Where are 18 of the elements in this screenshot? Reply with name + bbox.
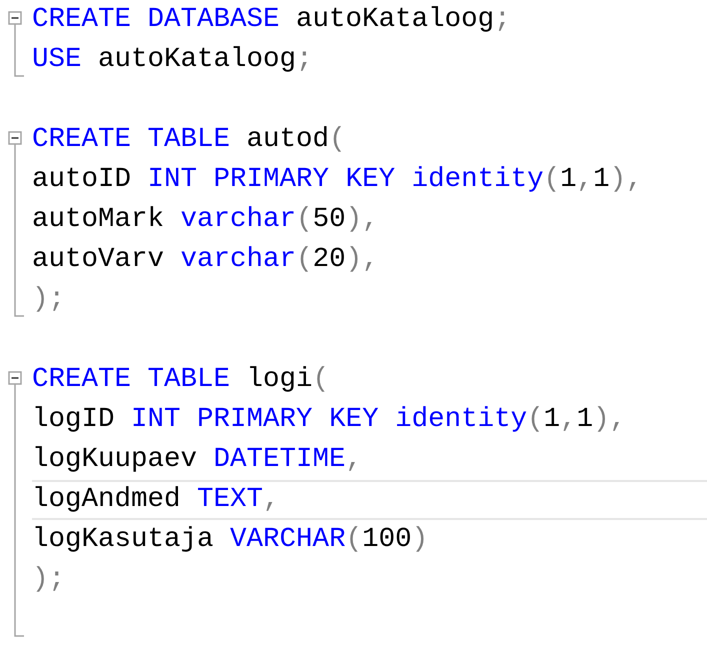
code-line: USE autoKataloog; bbox=[32, 46, 313, 74]
code-line: autoMark varchar(50), bbox=[32, 206, 379, 234]
code-line: CREATE TABLE autod( bbox=[32, 126, 346, 154]
code-line: CREATE DATABASE autoKataloog; bbox=[32, 6, 511, 34]
code-line: logKasutaja VARCHAR(100) bbox=[32, 526, 428, 554]
code-line: ); bbox=[32, 286, 66, 314]
code-line: ); bbox=[32, 566, 66, 594]
fold-toggle-icon[interactable] bbox=[8, 11, 22, 25]
code-line: logID INT PRIMARY KEY identity(1,1), bbox=[32, 406, 626, 434]
code-line: autoVarv varchar(20), bbox=[32, 246, 379, 274]
code-line: CREATE TABLE logi( bbox=[32, 366, 330, 394]
fold-end-icon bbox=[14, 600, 24, 637]
code-line: logAndmed TEXT, bbox=[32, 486, 280, 514]
code-line: autoID INT PRIMARY KEY identity(1,1), bbox=[32, 166, 643, 194]
fold-end-icon bbox=[14, 280, 24, 317]
code-line: logKuupaev DATETIME, bbox=[32, 446, 362, 474]
fold-toggle-icon[interactable] bbox=[8, 131, 22, 145]
fold-toggle-icon[interactable] bbox=[8, 371, 22, 385]
